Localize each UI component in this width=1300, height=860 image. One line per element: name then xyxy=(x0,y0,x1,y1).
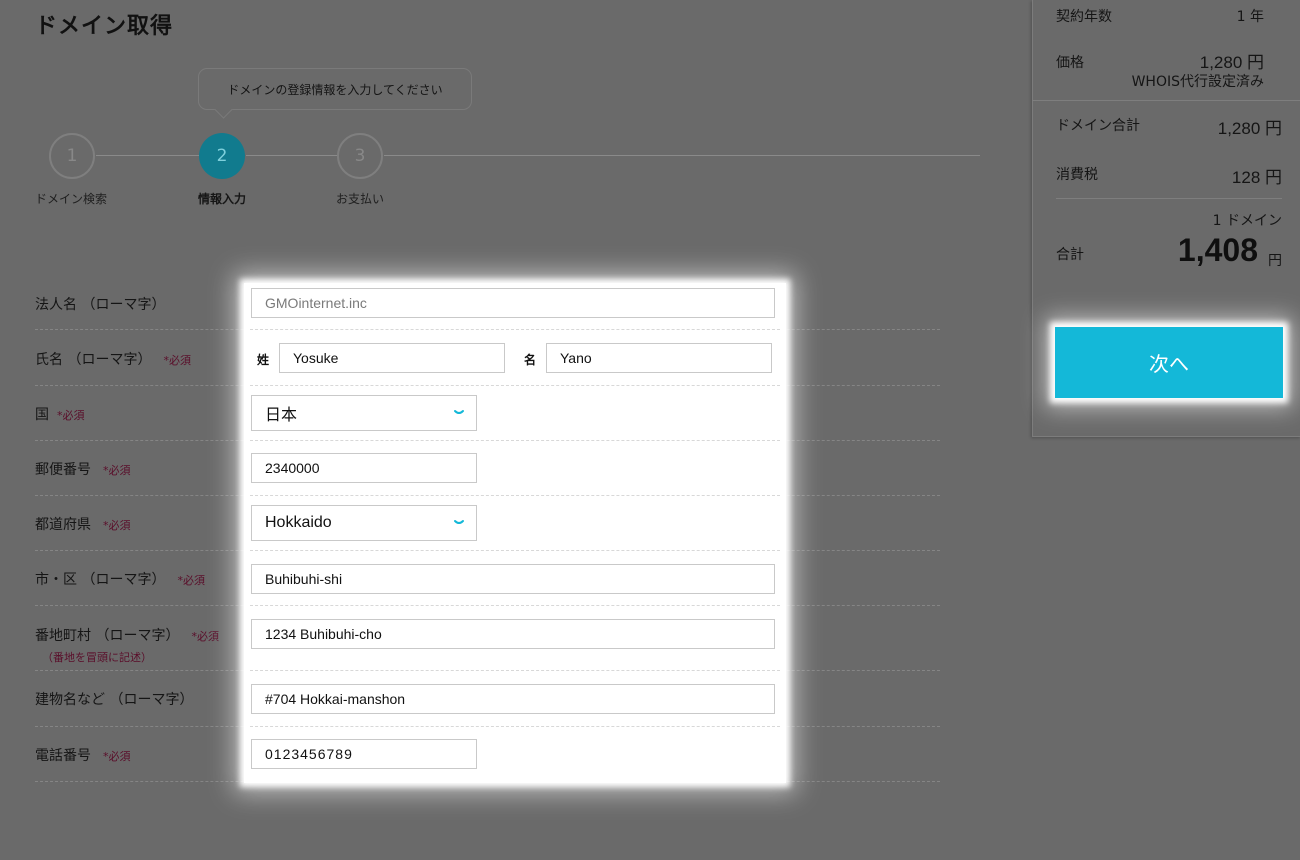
total-unit: 円 xyxy=(1268,253,1282,269)
total-amount: 1,408 xyxy=(1177,232,1258,268)
domain-count: 1 ドメイン xyxy=(1212,213,1282,229)
city-label: 市・区 （ローマ字） *必須 xyxy=(35,572,205,588)
street-input[interactable]: 1234 Buhibuhi-cho xyxy=(251,619,775,649)
row-divider xyxy=(250,605,780,606)
contract-years-value: 1 年 xyxy=(1236,9,1264,25)
prefecture-value: Hokkaido xyxy=(265,514,332,531)
phone-label: 電話番号 *必須 xyxy=(35,748,131,764)
street-note: （番地を冒頭に記述） xyxy=(42,651,152,664)
city-input[interactable]: Buhibuhi-shi xyxy=(251,564,775,594)
registration-form-panel: GMOinternet.inc 姓 Yosuke 名 Yano 日本 23400… xyxy=(244,283,786,783)
country-label: 国 *必須 xyxy=(35,407,85,423)
country-value: 日本 xyxy=(265,407,298,424)
company-name-input[interactable]: GMOinternet.inc xyxy=(251,288,775,318)
step-connector xyxy=(246,155,338,156)
step-connector xyxy=(384,155,980,156)
tax-label: 消費税 xyxy=(1056,167,1098,183)
last-name-input[interactable]: Yosuke xyxy=(279,343,505,373)
domain-total-label: ドメイン合計 xyxy=(1056,118,1140,134)
prefecture-label: 都道府県 *必須 xyxy=(35,517,131,533)
row-divider xyxy=(250,495,780,496)
row-divider xyxy=(250,329,780,330)
street-label: 番地町村 （ローマ字） *必須 xyxy=(35,628,219,644)
required-mark: *必須 xyxy=(103,750,131,763)
row-divider xyxy=(250,385,780,386)
row-divider xyxy=(250,550,780,551)
building-label: 建物名など （ローマ字） xyxy=(35,692,194,708)
next-button[interactable]: 次へ xyxy=(1055,327,1283,398)
step-2-label: 情報入力 xyxy=(198,192,247,206)
first-name-label: 名 xyxy=(524,353,537,367)
row-divider xyxy=(250,440,780,441)
required-mark: *必須 xyxy=(57,409,85,422)
summary-divider xyxy=(1056,198,1282,199)
company-name-label: 法人名 （ローマ字） xyxy=(35,297,166,313)
contract-years-label: 契約年数 xyxy=(1056,9,1112,25)
step-3-circle: 3 xyxy=(337,133,383,179)
required-mark: *必須 xyxy=(103,464,131,477)
row-divider xyxy=(250,670,780,671)
country-select[interactable]: 日本 xyxy=(251,395,477,431)
page-title: ドメイン取得 xyxy=(35,14,174,39)
step-3-label: お支払い xyxy=(336,192,385,206)
required-mark: *必須 xyxy=(163,354,191,367)
step-connector xyxy=(96,155,200,156)
required-mark: *必須 xyxy=(103,519,131,532)
building-input[interactable]: #704 Hokkai-manshon xyxy=(251,684,775,714)
row-divider xyxy=(250,726,780,727)
price-note: WHOIS代行設定済み xyxy=(1131,74,1264,90)
first-name-input[interactable]: Yano xyxy=(546,343,772,373)
domain-total-value: 1,280 円 xyxy=(1217,119,1282,138)
price-label: 価格 xyxy=(1056,55,1084,71)
step-1-label: ドメイン検索 xyxy=(35,192,108,206)
tax-value: 128 円 xyxy=(1231,168,1282,187)
step-2-circle: 2 xyxy=(199,133,245,179)
postal-code-input[interactable]: 2340000 xyxy=(251,453,477,483)
total-label: 合計 xyxy=(1056,247,1084,263)
full-name-label: 氏名 （ローマ字） *必須 xyxy=(35,352,191,368)
prefecture-select[interactable]: Hokkaido xyxy=(251,505,477,541)
required-mark: *必須 xyxy=(191,630,219,643)
chevron-down-icon xyxy=(454,520,464,524)
postal-code-label: 郵便番号 *必須 xyxy=(35,462,131,478)
phone-input[interactable]: 0123456789 xyxy=(251,739,477,769)
step-tooltip: ドメインの登録情報を入力してください xyxy=(198,68,472,110)
required-mark: *必須 xyxy=(177,574,205,587)
last-name-label: 姓 xyxy=(257,353,270,367)
step-1-circle: 1 xyxy=(49,133,95,179)
summary-divider xyxy=(1032,100,1300,101)
price-value: 1,280 円 xyxy=(1199,53,1264,72)
chevron-down-icon xyxy=(454,410,464,414)
